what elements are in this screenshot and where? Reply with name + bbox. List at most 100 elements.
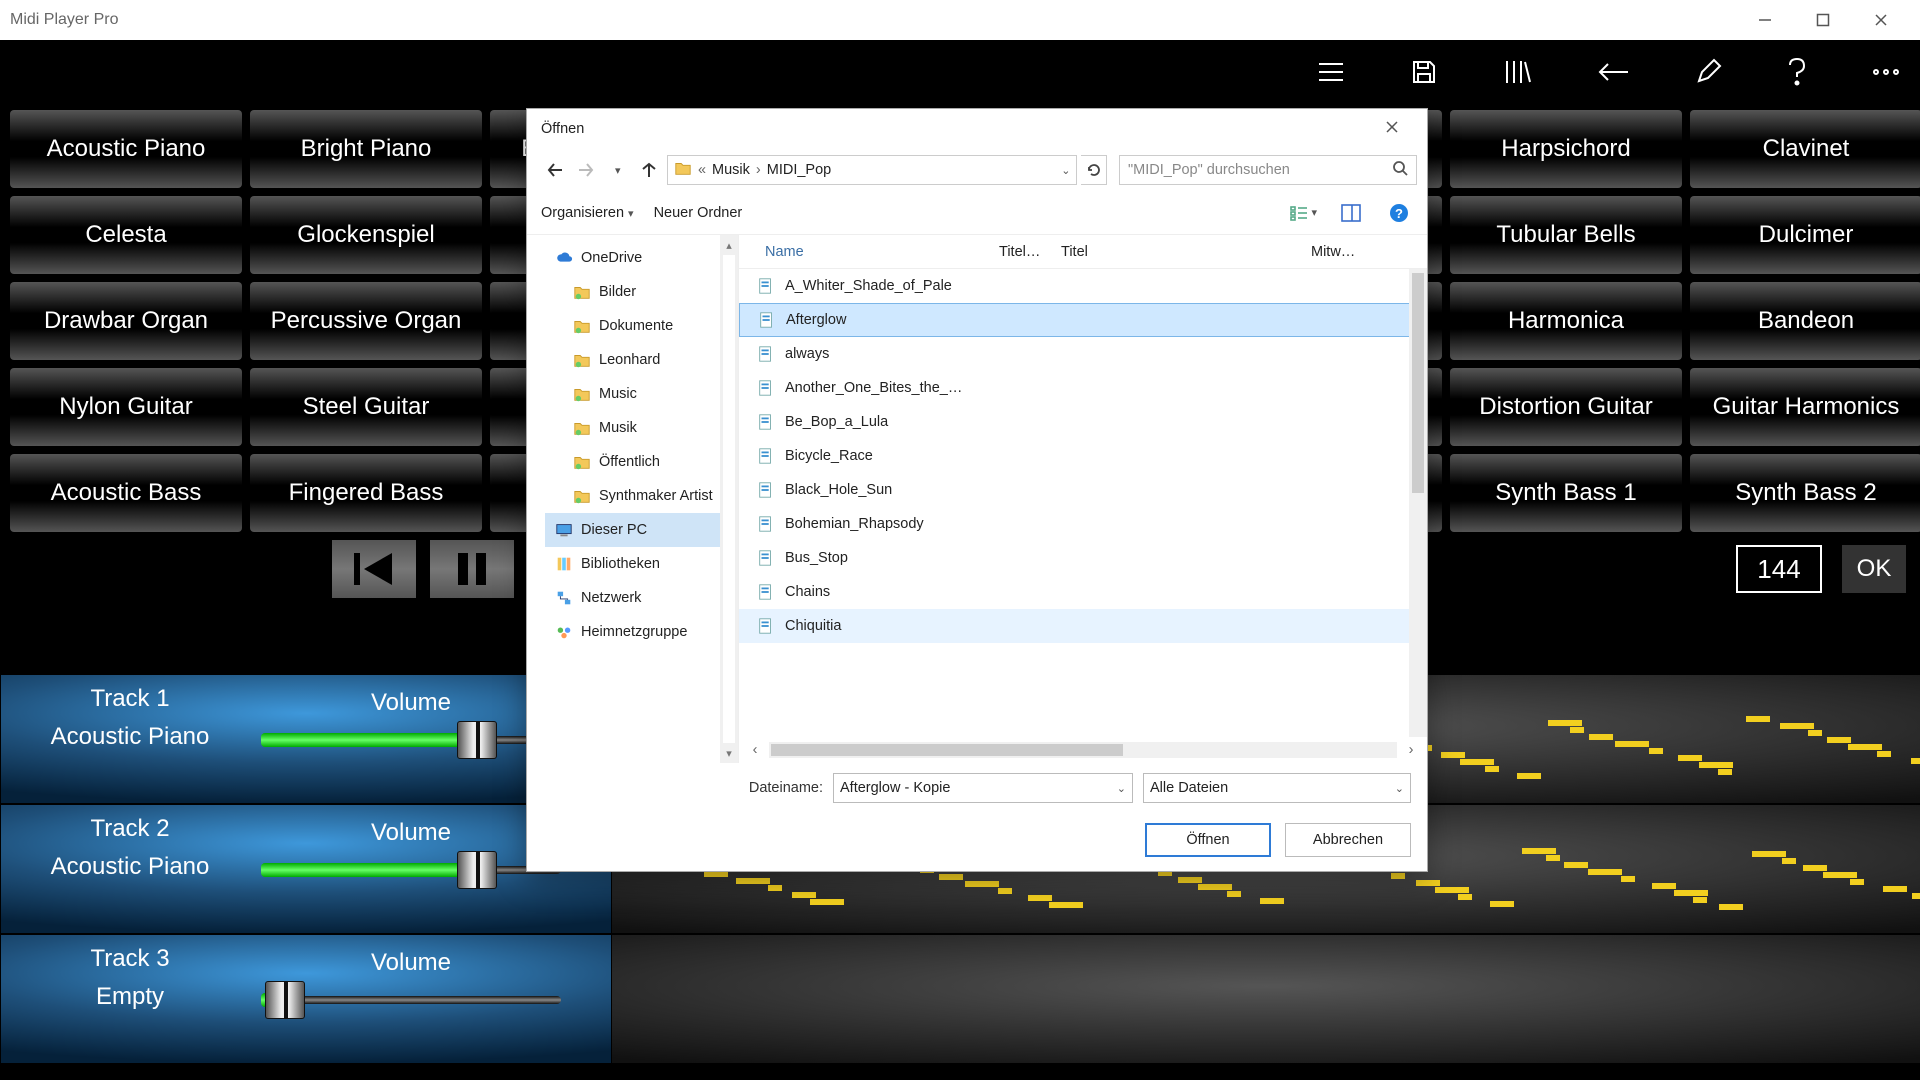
prev-track-button[interactable] bbox=[332, 540, 416, 598]
file-row[interactable]: Bus_Stop bbox=[739, 541, 1427, 575]
instrument-button[interactable]: Bright Piano bbox=[250, 110, 482, 188]
tree-item[interactable]: Music bbox=[545, 377, 738, 411]
tree-scrollbar[interactable]: ▴▾ bbox=[720, 235, 738, 763]
volume-slider[interactable] bbox=[261, 987, 561, 1013]
instrument-button[interactable]: Percussive Organ bbox=[250, 282, 482, 360]
nav-forward-button[interactable] bbox=[572, 156, 599, 184]
path-breadcrumb[interactable]: « Musik › MIDI_Pop ⌄ bbox=[667, 155, 1078, 185]
folder-icon bbox=[573, 487, 591, 505]
library-icon[interactable] bbox=[1502, 58, 1532, 86]
instrument-button[interactable]: Distortion Guitar bbox=[1450, 368, 1682, 446]
search-input[interactable]: "MIDI_Pop" durchsuchen bbox=[1119, 155, 1417, 185]
file-type-filter[interactable]: Alle Dateien ⌄ bbox=[1143, 773, 1411, 803]
instrument-button[interactable]: Bandeon bbox=[1690, 282, 1920, 360]
file-list-hscrollbar[interactable]: ‹› bbox=[739, 737, 1427, 763]
new-folder-button[interactable]: Neuer Ordner bbox=[654, 205, 743, 221]
file-list-header[interactable]: Name Titel… Titel Mitw… bbox=[739, 235, 1427, 269]
filename-input[interactable]: Afterglow - Kopie ⌄ bbox=[833, 773, 1133, 803]
instrument-button[interactable]: Synth Bass 2 bbox=[1690, 454, 1920, 532]
organize-menu[interactable]: Organisieren ▾ bbox=[541, 205, 634, 221]
tree-item[interactable]: Dokumente bbox=[545, 309, 738, 343]
window-minimize-button[interactable] bbox=[1736, 0, 1794, 40]
file-row[interactable]: always bbox=[739, 337, 1427, 371]
folder-tree[interactable]: OneDriveBilderDokumenteLeonhardMusicMusi… bbox=[527, 235, 739, 763]
file-row[interactable]: Chains bbox=[739, 575, 1427, 609]
breadcrumb-folder[interactable]: MIDI_Pop bbox=[767, 162, 831, 178]
dialog-help-button[interactable]: ? bbox=[1385, 199, 1413, 227]
col-name[interactable]: Name bbox=[757, 244, 991, 260]
view-options-button[interactable]: ▾ bbox=[1289, 199, 1317, 227]
tree-item[interactable]: Dieser PC bbox=[545, 513, 738, 547]
col-mitw[interactable]: Mitw… bbox=[1303, 244, 1357, 260]
instrument-button[interactable]: Dulcimer bbox=[1690, 196, 1920, 274]
dialog-close-button[interactable] bbox=[1371, 120, 1413, 138]
instrument-button[interactable]: Acoustic Bass bbox=[10, 454, 242, 532]
instrument-button[interactable]: Guitar Harmonics bbox=[1690, 368, 1920, 446]
pause-button[interactable] bbox=[430, 540, 514, 598]
tree-item[interactable]: Netzwerk bbox=[545, 581, 738, 615]
instrument-button[interactable]: Nylon Guitar bbox=[10, 368, 242, 446]
midi-file-icon bbox=[757, 617, 775, 635]
track-info[interactable]: Track 2Acoustic PianoVolume bbox=[0, 804, 612, 934]
instrument-button[interactable]: Drawbar Organ bbox=[10, 282, 242, 360]
edit-pencil-icon[interactable] bbox=[1694, 58, 1722, 86]
volume-slider[interactable] bbox=[261, 727, 561, 753]
file-row[interactable]: Chiquitia bbox=[739, 609, 1427, 643]
track-info[interactable]: Track 3EmptyVolume bbox=[0, 934, 612, 1064]
file-row[interactable]: Bicycle_Race bbox=[739, 439, 1427, 473]
preview-pane-button[interactable] bbox=[1337, 199, 1365, 227]
instrument-button[interactable]: Glockenspiel bbox=[250, 196, 482, 274]
back-arrow-icon[interactable] bbox=[1596, 62, 1630, 82]
breadcrumb-root[interactable]: Musik bbox=[712, 162, 750, 178]
instrument-button[interactable]: Harmonica bbox=[1450, 282, 1682, 360]
instrument-button[interactable]: Clavinet bbox=[1690, 110, 1920, 188]
nav-back-button[interactable] bbox=[541, 156, 568, 184]
file-list: Name Titel… Titel Mitw… A_Whiter_Shade_o… bbox=[739, 235, 1427, 763]
tree-item[interactable]: Synthmaker Artist bbox=[545, 479, 738, 513]
col-title[interactable]: Titel bbox=[1053, 244, 1303, 260]
tree-item[interactable]: OneDrive bbox=[545, 241, 738, 275]
track-notes-view[interactable] bbox=[612, 934, 1920, 1064]
tree-item[interactable]: Musik bbox=[545, 411, 738, 445]
col-title-num[interactable]: Titel… bbox=[991, 244, 1053, 260]
instrument-button[interactable]: Synth Bass 1 bbox=[1450, 454, 1682, 532]
file-row[interactable]: Afterglow bbox=[739, 303, 1427, 337]
instrument-button[interactable]: Steel Guitar bbox=[250, 368, 482, 446]
window-maximize-button[interactable] bbox=[1794, 0, 1852, 40]
instrument-button[interactable]: Fingered Bass bbox=[250, 454, 482, 532]
file-row[interactable]: A_Whiter_Shade_of_Pale bbox=[739, 269, 1427, 303]
folder-icon bbox=[573, 385, 591, 403]
list-icon[interactable] bbox=[1316, 59, 1346, 85]
nav-up-button[interactable] bbox=[635, 156, 662, 184]
track-name: Track 2 bbox=[25, 815, 235, 843]
file-row[interactable]: Another_One_Bites_the_… bbox=[739, 371, 1427, 405]
home-icon bbox=[555, 623, 573, 641]
instrument-button[interactable]: Celesta bbox=[10, 196, 242, 274]
file-row[interactable]: Bohemian_Rhapsody bbox=[739, 507, 1427, 541]
refresh-button[interactable] bbox=[1081, 155, 1107, 185]
instrument-button[interactable]: Tubular Bells bbox=[1450, 196, 1682, 274]
path-dropdown-icon[interactable]: ⌄ bbox=[1061, 164, 1070, 177]
instrument-button[interactable]: Harpsichord bbox=[1450, 110, 1682, 188]
tree-item[interactable]: Leonhard bbox=[545, 343, 738, 377]
instrument-button[interactable]: Acoustic Piano bbox=[10, 110, 242, 188]
tree-item[interactable]: Bilder bbox=[545, 275, 738, 309]
save-icon[interactable] bbox=[1410, 58, 1438, 86]
tempo-display[interactable]: 144 bbox=[1736, 545, 1822, 593]
midi-file-icon bbox=[757, 549, 775, 567]
volume-slider[interactable] bbox=[261, 857, 561, 883]
file-row[interactable]: Be_Bop_a_Lula bbox=[739, 405, 1427, 439]
tempo-ok-button[interactable]: OK bbox=[1842, 545, 1906, 593]
open-button[interactable]: Öffnen bbox=[1145, 823, 1271, 857]
window-close-button[interactable] bbox=[1852, 0, 1910, 40]
tree-item[interactable]: Öffentlich bbox=[545, 445, 738, 479]
help-icon[interactable] bbox=[1786, 57, 1808, 87]
cancel-button[interactable]: Abbrechen bbox=[1285, 823, 1411, 857]
tree-item[interactable]: Bibliotheken bbox=[545, 547, 738, 581]
file-list-vscrollbar[interactable] bbox=[1409, 269, 1427, 737]
more-icon[interactable] bbox=[1872, 67, 1900, 77]
file-row[interactable]: Black_Hole_Sun bbox=[739, 473, 1427, 507]
nav-history-dropdown[interactable]: ▾ bbox=[604, 156, 631, 184]
track-info[interactable]: Track 1Acoustic PianoVolume bbox=[0, 674, 612, 804]
tree-item[interactable]: Heimnetzgruppe bbox=[545, 615, 738, 649]
